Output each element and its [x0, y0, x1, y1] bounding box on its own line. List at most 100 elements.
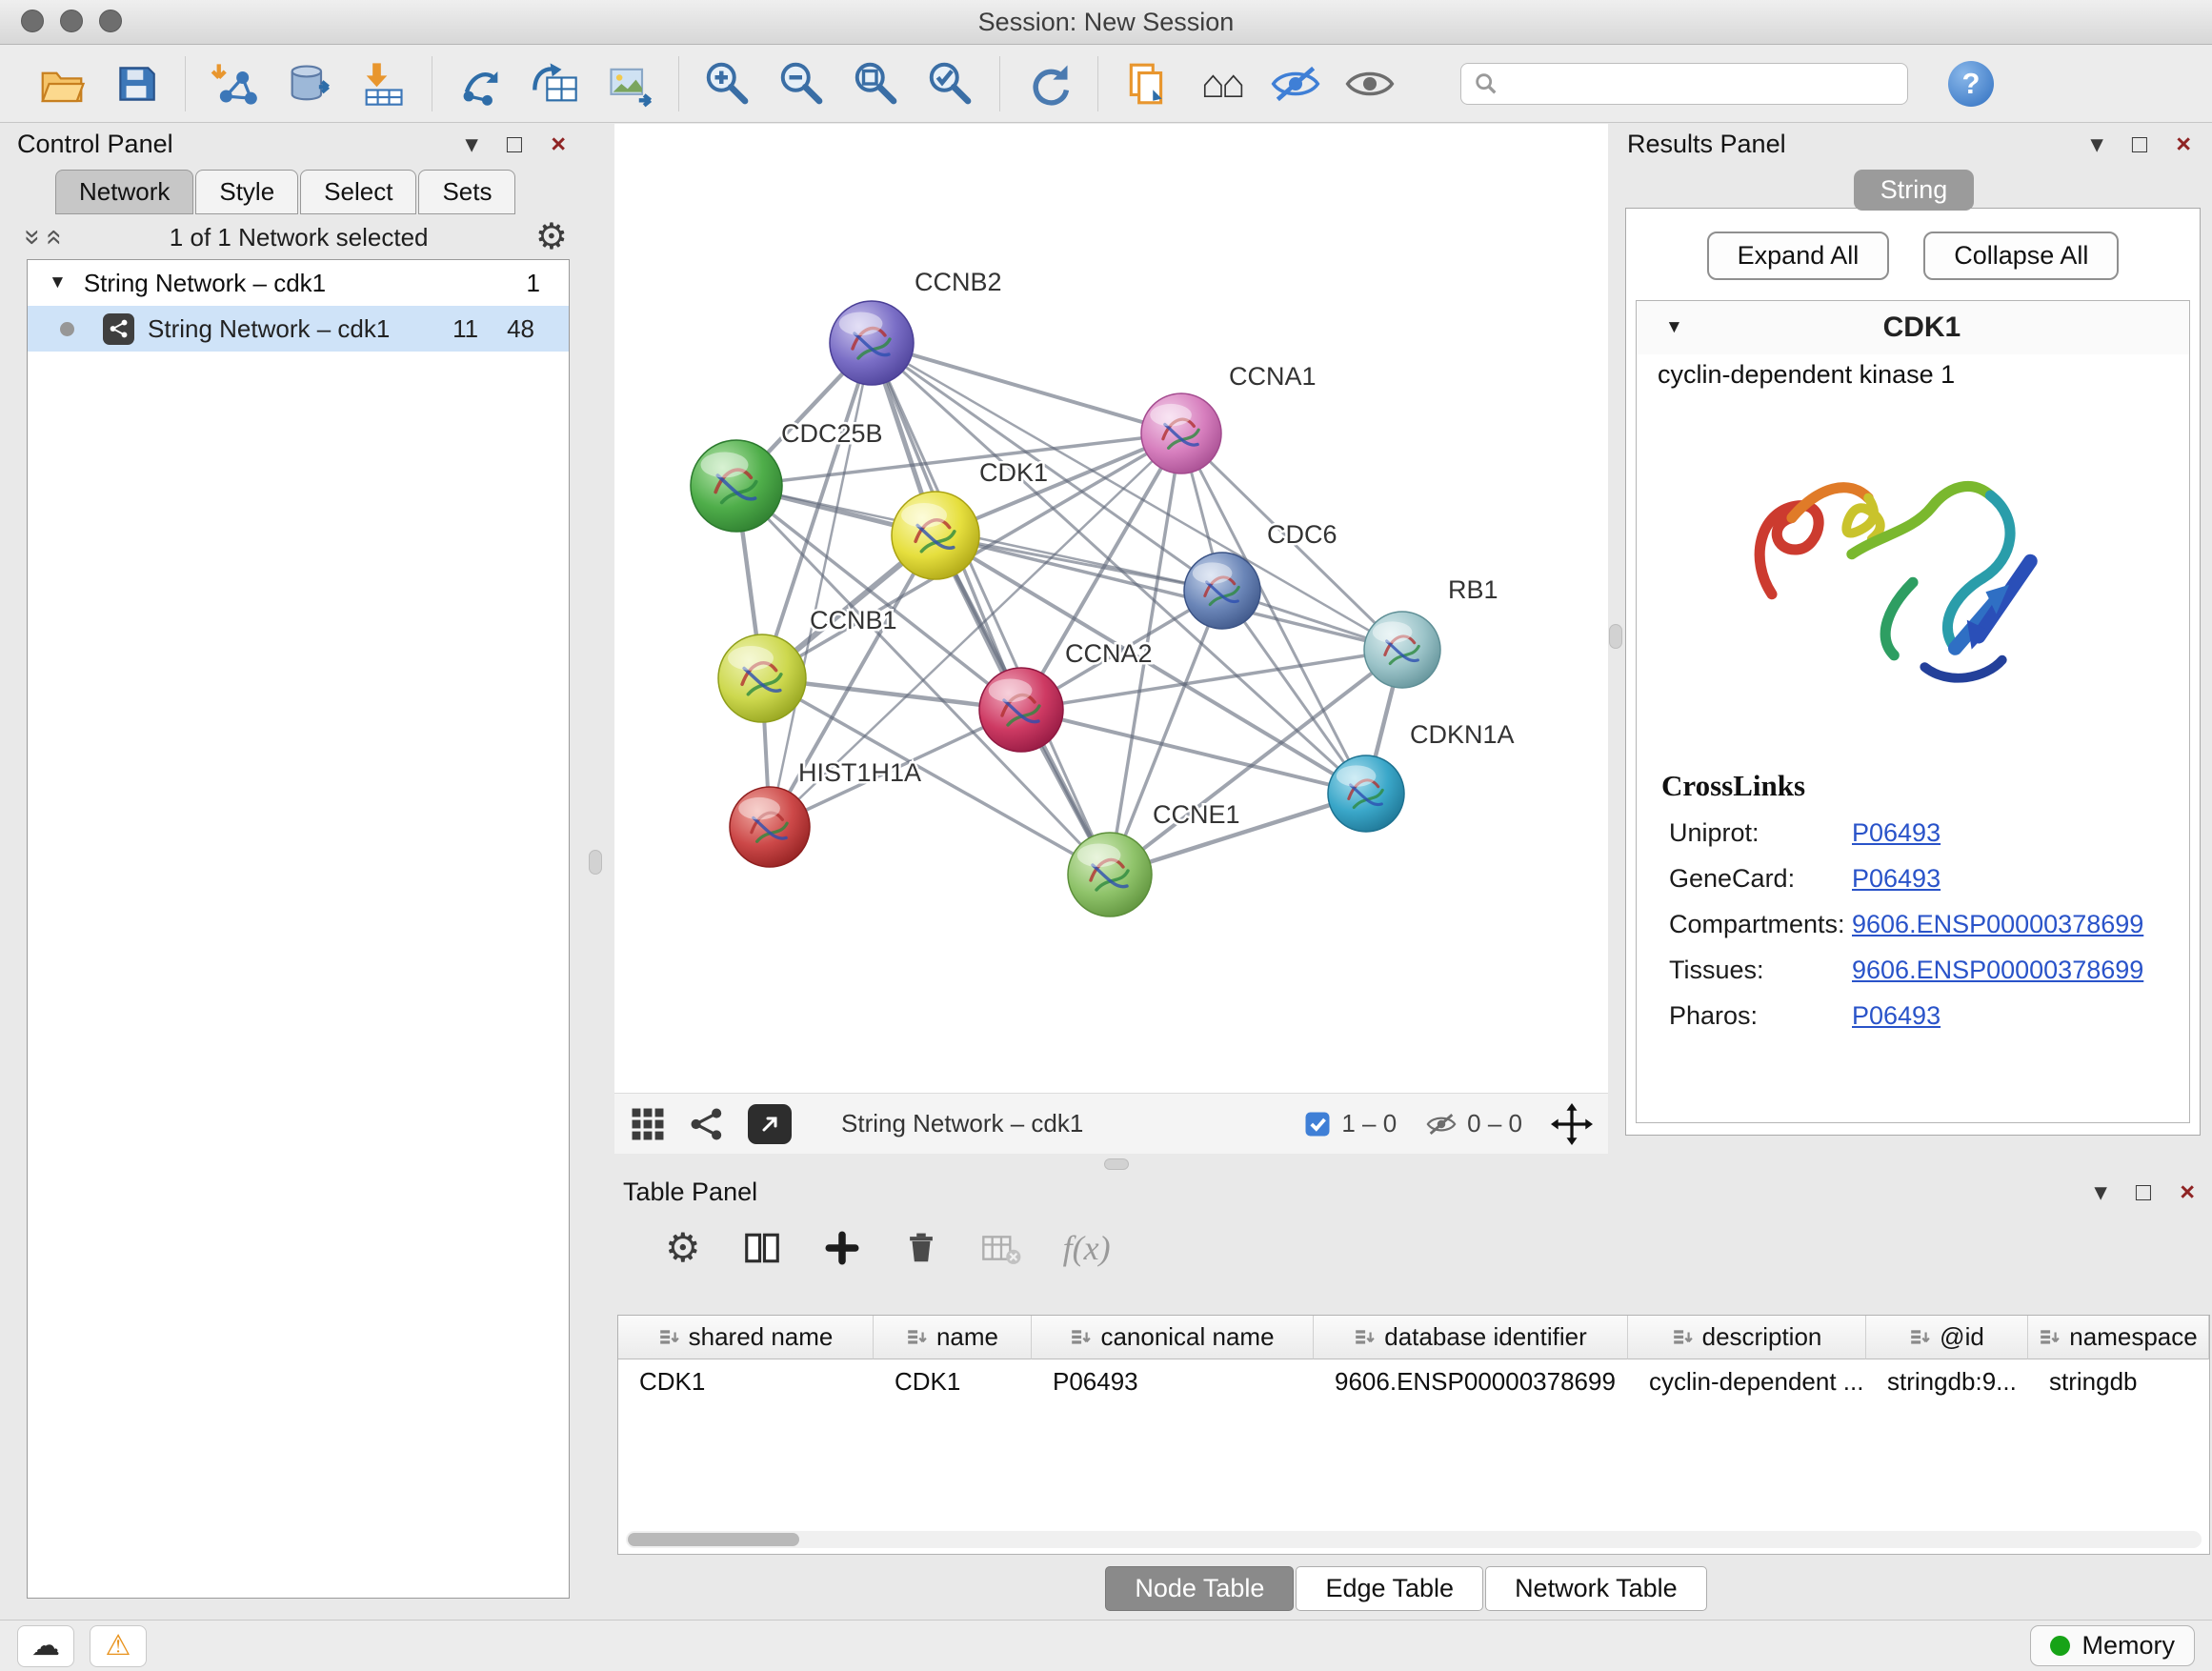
network-edge[interactable]	[770, 343, 872, 827]
network-from-table-button[interactable]	[518, 52, 593, 115]
vertical-splitter-handle[interactable]	[1609, 624, 1622, 649]
network-edge[interactable]	[872, 343, 1110, 875]
panel-float-icon[interactable]: □	[2136, 1178, 2151, 1207]
collapse-all-networks-icon[interactable]: «	[40, 230, 69, 246]
maximize-window-button[interactable]	[99, 10, 122, 32]
tab-sets[interactable]: Sets	[418, 170, 515, 214]
panel-close-icon[interactable]: ×	[551, 130, 566, 159]
tab-edge-table[interactable]: Edge Table	[1296, 1566, 1483, 1611]
column-header-shared-name[interactable]: shared name	[618, 1316, 874, 1359]
export-document-button[interactable]	[1110, 52, 1184, 115]
network-node[interactable]	[979, 668, 1063, 752]
zoom-fit-button[interactable]	[839, 52, 914, 115]
birdseye-view-icon[interactable]	[689, 1106, 725, 1142]
gene-section-header[interactable]: ▼ CDK1	[1637, 301, 2189, 354]
network-tree: ▼ String Network – cdk1 1 String Network…	[27, 259, 570, 1599]
add-column-icon[interactable]	[823, 1229, 861, 1267]
home-button[interactable]: ⌂⌂	[1184, 52, 1258, 115]
import-network-database-button[interactable]	[271, 52, 346, 115]
network-graph[interactable]: CCNB2CCNA1CDC25BCDK1CDC6RB1CCNB1CCNA2CDK…	[614, 124, 1608, 1093]
crosslink-uniprot[interactable]: P06493	[1852, 818, 2189, 848]
column-header-description[interactable]: description	[1628, 1316, 1866, 1359]
pan-tool-icon[interactable]	[1551, 1103, 1593, 1145]
column-header-name[interactable]: name	[874, 1316, 1032, 1359]
column-header-canonical-name[interactable]: canonical name	[1032, 1316, 1314, 1359]
hidden-nodes-indicator[interactable]: 0 – 0	[1425, 1108, 1522, 1140]
save-session-button[interactable]	[99, 52, 173, 115]
vertical-splitter-handle[interactable]	[589, 850, 602, 875]
collapse-all-button[interactable]: Collapse All	[1923, 232, 2119, 280]
network-node[interactable]	[830, 301, 914, 385]
network-from-selection-button[interactable]	[444, 52, 518, 115]
open-folder-icon	[36, 58, 88, 110]
show-columns-icon[interactable]	[743, 1229, 781, 1267]
network-node[interactable]	[691, 440, 782, 532]
tab-select[interactable]: Select	[300, 170, 416, 214]
warnings-button[interactable]: ⚠	[90, 1625, 147, 1667]
search-input[interactable]	[1509, 68, 1896, 99]
crosslink-genecard[interactable]: P06493	[1852, 864, 2189, 894]
help-button[interactable]: ?	[1948, 61, 1994, 107]
expand-all-button[interactable]: Expand All	[1707, 232, 1890, 280]
gene-symbol: CDK1	[1700, 312, 2143, 344]
network-edge[interactable]	[872, 343, 1181, 433]
scrollbar-thumb[interactable]	[628, 1533, 799, 1546]
grid-view-icon[interactable]	[630, 1106, 666, 1142]
zoom-out-button[interactable]	[765, 52, 839, 115]
panel-menu-icon[interactable]: ▾	[2094, 1178, 2107, 1207]
crosslink-compartments[interactable]: 9606.ENSP00000378699	[1852, 910, 2189, 939]
clear-table-icon[interactable]	[981, 1228, 1021, 1268]
cloud-status-button[interactable]: ☁	[17, 1625, 74, 1667]
selected-nodes-indicator[interactable]: 1 – 0	[1303, 1109, 1397, 1138]
toggle-hidden-elements-button[interactable]	[1258, 52, 1333, 115]
delete-column-icon[interactable]	[903, 1230, 939, 1266]
panel-close-icon[interactable]: ×	[2176, 130, 2191, 159]
tab-network[interactable]: Network	[55, 170, 193, 214]
close-window-button[interactable]	[21, 10, 44, 32]
tab-node-table[interactable]: Node Table	[1105, 1566, 1294, 1611]
column-header-database-identifier[interactable]: database identifier	[1314, 1316, 1628, 1359]
panel-menu-icon[interactable]: ▾	[2090, 130, 2103, 159]
table-row[interactable]: CDK1 CDK1 P06493 9606.ENSP00000378699 cy…	[618, 1359, 2209, 1403]
network-node[interactable]	[1328, 755, 1404, 832]
network-row-selected[interactable]: String Network – cdk1 11 48	[28, 306, 569, 352]
tab-string[interactable]: String	[1854, 170, 1975, 211]
panel-float-icon[interactable]: □	[507, 130, 522, 159]
network-node[interactable]	[1364, 612, 1440, 688]
network-collection-row[interactable]: ▼ String Network – cdk1 1	[28, 260, 569, 306]
crosslink-tissues[interactable]: 9606.ENSP00000378699	[1852, 956, 2189, 985]
network-node[interactable]	[1141, 393, 1221, 473]
open-session-button[interactable]	[25, 52, 99, 115]
zoom-selected-button[interactable]	[914, 52, 988, 115]
minimize-window-button[interactable]	[60, 10, 83, 32]
network-node[interactable]	[1068, 833, 1152, 916]
panel-float-icon[interactable]: □	[2132, 130, 2147, 159]
tree-expand-icon[interactable]: ▼	[49, 272, 67, 293]
apply-preferred-layout-button[interactable]	[1012, 52, 1086, 115]
network-options-gear-icon[interactable]: ⚙	[535, 219, 568, 255]
zoom-in-button[interactable]	[691, 52, 765, 115]
table-settings-gear-icon[interactable]: ⚙	[665, 1228, 701, 1268]
network-node[interactable]	[718, 634, 806, 722]
import-network-file-button[interactable]	[197, 52, 271, 115]
memory-button[interactable]: Memory	[2030, 1625, 2195, 1666]
gene-collapse-icon[interactable]: ▼	[1665, 317, 1683, 338]
panel-menu-icon[interactable]: ▾	[465, 130, 478, 159]
tab-style[interactable]: Style	[195, 170, 298, 214]
panel-close-icon[interactable]: ×	[2180, 1178, 2195, 1207]
crosslink-pharos[interactable]: P06493	[1852, 1001, 2189, 1031]
main-toolbar: ⌂⌂ ?	[0, 45, 2212, 123]
detach-view-button[interactable]	[748, 1104, 792, 1144]
network-node[interactable]	[1184, 553, 1260, 629]
import-table-button[interactable]	[346, 52, 420, 115]
horizontal-scrollbar[interactable]	[626, 1531, 2202, 1548]
network-node[interactable]	[892, 492, 979, 579]
horizontal-splitter-handle[interactable]	[1104, 1158, 1129, 1170]
network-node[interactable]	[730, 787, 810, 867]
column-header-namespace[interactable]: namespace	[2028, 1316, 2209, 1359]
column-header-id[interactable]: @id	[1866, 1316, 2028, 1359]
function-builder-icon[interactable]: f(x)	[1063, 1228, 1111, 1268]
show-elements-button[interactable]	[1333, 52, 1407, 115]
tab-network-table[interactable]: Network Table	[1485, 1566, 1707, 1611]
export-image-button[interactable]	[593, 52, 667, 115]
